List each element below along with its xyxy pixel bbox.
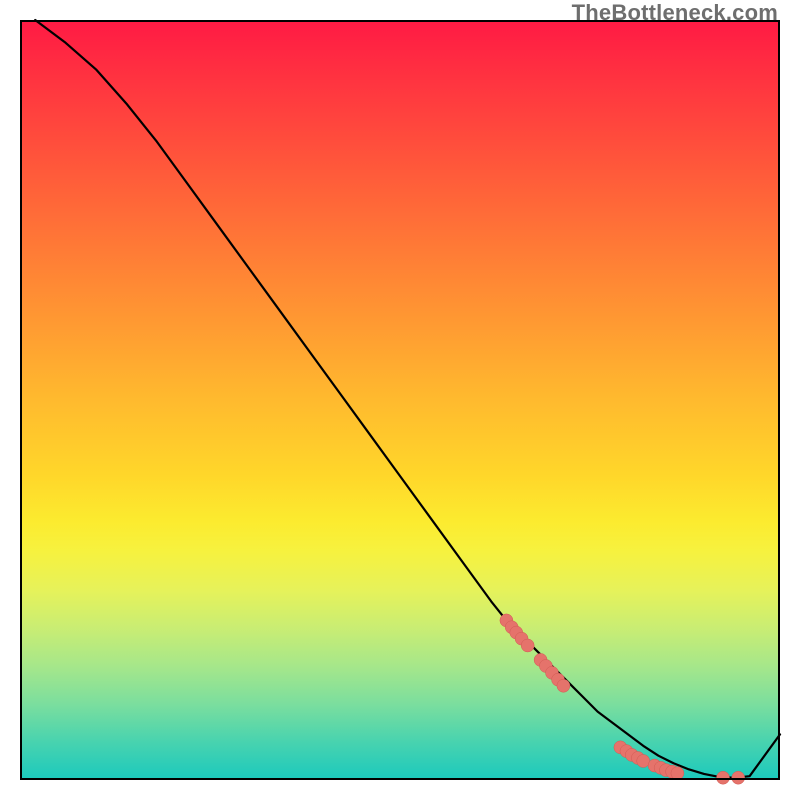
curve-marker (557, 679, 570, 692)
curve-markers-group (500, 614, 745, 784)
curve-marker (637, 755, 650, 768)
curve-marker (671, 767, 684, 780)
curve-marker (717, 771, 730, 784)
chart-plot-area (20, 20, 780, 780)
curve-marker (732, 771, 745, 784)
bottleneck-curve-line (35, 20, 780, 778)
curve-marker (521, 639, 534, 652)
chart-svg (20, 20, 780, 780)
